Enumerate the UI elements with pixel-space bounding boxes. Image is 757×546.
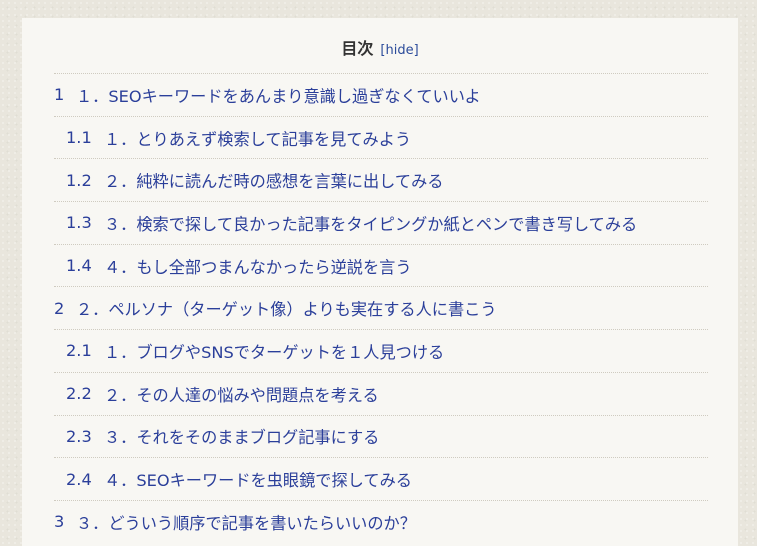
toc-number: 1.4 [66,256,92,276]
toc-item-1-1[interactable]: 1.1 １．とりあえず検索して記事を見てみよう [54,115,708,159]
toc-link[interactable]: 1.1 １．とりあえず検索して記事を見てみよう [66,117,411,159]
toc-item-2-3[interactable]: 2.3 ３．それをそのままブログ記事にする [54,414,708,458]
toc-number: 3 [54,512,65,532]
toc-link[interactable]: 1.4 ４．もし全部つまんなかったら逆説を言う [66,245,412,287]
toc-text: ２．その人達の悩みや問題点を考える [104,385,379,405]
toc-number: 1.3 [66,213,92,233]
toc-item-2-4[interactable]: 2.4 ４．SEOキーワードを虫眼鏡で探してみる [54,457,708,500]
toc-number: 2 [54,298,65,318]
toc-link[interactable]: 2.4 ４．SEOキーワードを虫眼鏡で探してみる [66,458,412,500]
toc-text: ３．それをそのままブログ記事にする [104,428,380,448]
toc-item-2[interactable]: 2 ２．ペルソナ（ターゲット像）よりも実在する人に書こう [54,286,708,329]
toc-number: 1.2 [66,170,92,190]
toc-list: 1 １．SEOキーワードをあんまり意識し過ぎなくていいよ 1.1 １．とりあえず検索… [22,73,738,543]
toc-number: 1 [54,85,65,105]
toc-text: ３．検索で探して良かった記事をタイピングか紙とペンで書き写してみる [104,214,638,234]
toc-link[interactable]: 3 ３．どういう順序で記事を書いたらいいのか？ [54,501,416,543]
toc-link[interactable]: 1 １．SEOキーワードをあんまり意識し過ぎなくていいよ [54,74,481,116]
toc-number: 2.4 [66,469,92,489]
toc-number: 1.1 [66,128,92,148]
toc-link[interactable]: 2.2 ２．その人達の悩みや問題点を考える [66,373,379,415]
toc-header: 目次 [hide] [22,38,738,62]
toc-toggle-close-bracket: ] [413,43,419,58]
toc-item-2-2[interactable]: 2.2 ２．その人達の悩みや問題点を考える [54,371,708,415]
toc-link[interactable]: 1.3 ３．検索で探して良かった記事をタイピングか紙とペンで書き写してみる [66,202,637,244]
toc-link[interactable]: 1.2 ２．純粋に読んだ時の感想を言葉に出してみる [66,159,443,201]
toc-toggle: [hide] [380,43,418,58]
toc-item-1-4[interactable]: 1.4 ４．もし全部つまんなかったら逆説を言う [54,243,708,287]
toc-text: ２．純粋に読んだ時の感想を言葉に出してみる [104,172,444,192]
toc-number: 2.3 [66,426,92,446]
toc-item-1-3[interactable]: 1.3 ３．検索で探して良かった記事をタイピングか紙とペンで書き写してみる [54,201,708,244]
toc-text: ３．どういう順序で記事を書いたらいいのか？ [76,513,416,533]
toc-number: 2.2 [66,384,92,404]
table-of-contents: 目次 [hide] 1 １．SEOキーワードをあんまり意識し過ぎなくていいよ 1.… [22,18,738,546]
toc-number: 2.1 [66,341,92,361]
toc-link[interactable]: 2.1 １．ブログやSNSでターゲットを１人見つける [66,330,444,372]
toc-text: ４．SEOキーワードを虫眼鏡で探してみる [104,471,412,491]
toc-link[interactable]: 2.3 ３．それをそのままブログ記事にする [66,416,379,458]
toc-hide-link[interactable]: hide [386,43,414,58]
toc-text: ２．ペルソナ（ターゲット像）よりも実在する人に書こう [76,300,497,320]
toc-title: 目次 [341,39,374,58]
toc-text: ４．もし全部つまんなかったら逆説を言う [104,257,412,277]
toc-item-2-1[interactable]: 2.1 １．ブログやSNSでターゲットを１人見つける [54,329,708,372]
toc-item-3[interactable]: 3 ３．どういう順序で記事を書いたらいいのか？ [54,499,708,543]
toc-text: １．SEOキーワードをあんまり意識し過ぎなくていいよ [76,86,481,106]
toc-item-1[interactable]: 1 １．SEOキーワードをあんまり意識し過ぎなくていいよ [54,73,708,116]
toc-item-1-2[interactable]: 1.2 ２．純粋に読んだ時の感想を言葉に出してみる [54,158,708,201]
toc-link[interactable]: 2 ２．ペルソナ（ターゲット像）よりも実在する人に書こう [54,287,497,329]
toc-text: １．とりあえず検索して記事を見てみよう [104,129,412,149]
toc-text: １．ブログやSNSでターゲットを１人見つける [104,342,445,362]
